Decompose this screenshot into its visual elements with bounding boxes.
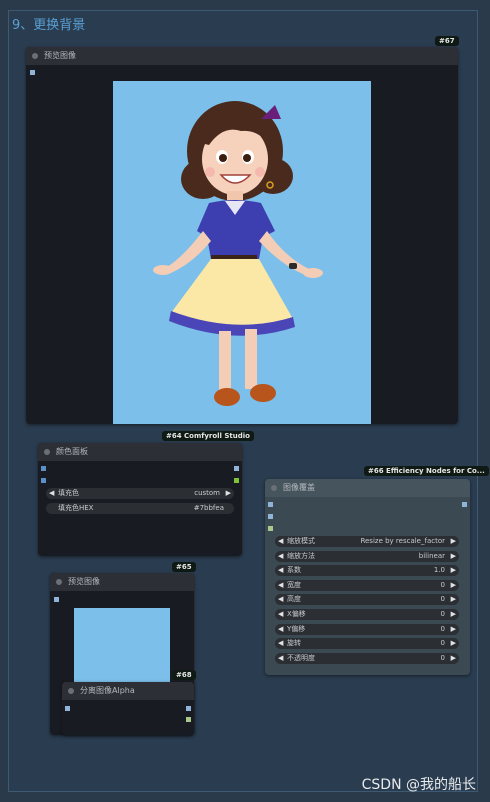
overlay-widget-label: 缩放模式 bbox=[287, 537, 315, 545]
mask-input-port[interactable] bbox=[268, 526, 273, 531]
increment-arrow-icon[interactable]: ▶ bbox=[226, 488, 231, 499]
decrement-arrow-icon[interactable]: ◀ bbox=[278, 551, 283, 562]
node-68-badge: #68 bbox=[172, 670, 196, 680]
overlay-widget-4[interactable]: ◀ 高度 0 ▶ bbox=[275, 594, 459, 606]
decrement-arrow-icon[interactable]: ◀ bbox=[49, 488, 54, 499]
fill-color-value: custom bbox=[194, 489, 220, 497]
images-input-port[interactable] bbox=[30, 70, 35, 75]
collapse-dot-icon[interactable] bbox=[44, 449, 50, 455]
collapse-dot-icon[interactable] bbox=[56, 579, 62, 585]
node-67-badge: #67 bbox=[435, 36, 459, 46]
overlay-widget-label: Y偏移 bbox=[287, 624, 306, 633]
overlay-widget-7[interactable]: ◀ 旋转 0 ▶ bbox=[275, 638, 459, 650]
fill-color-select[interactable]: ◀ 填充色 custom ▶ bbox=[46, 488, 234, 499]
increment-arrow-icon[interactable]: ▶ bbox=[451, 565, 456, 576]
decrement-arrow-icon[interactable]: ◀ bbox=[278, 565, 283, 576]
overlay-widget-value: 0 bbox=[440, 639, 445, 648]
image-output-port[interactable] bbox=[462, 502, 467, 507]
increment-arrow-icon[interactable]: ▶ bbox=[451, 580, 456, 591]
increment-arrow-icon[interactable]: ▶ bbox=[451, 609, 456, 620]
increment-arrow-icon[interactable]: ▶ bbox=[451, 638, 456, 649]
cartoon-girl-illustration bbox=[153, 101, 323, 406]
overlay-widget-0[interactable]: ◀ 缩放模式 Resize by rescale_factor ▶ bbox=[275, 536, 459, 547]
image-overlay-node-title: 图像覆盖 bbox=[283, 483, 315, 492]
decrement-arrow-icon[interactable]: ◀ bbox=[278, 594, 283, 605]
output-port-green[interactable] bbox=[234, 478, 239, 483]
input-port-1[interactable] bbox=[41, 466, 46, 471]
overlay-widget-value: Resize by rescale_factor bbox=[360, 537, 445, 545]
split-image-alpha-node-title: 分离图像Alpha bbox=[80, 686, 135, 695]
overlay-widget-value: 0 bbox=[440, 610, 445, 618]
collapse-dot-icon[interactable] bbox=[32, 53, 38, 59]
overlay-image-input-port[interactable] bbox=[268, 514, 273, 519]
preview-image-node-header[interactable]: 预览图像 bbox=[26, 47, 458, 65]
decrement-arrow-icon[interactable]: ◀ bbox=[278, 536, 283, 547]
increment-arrow-icon[interactable]: ▶ bbox=[451, 551, 456, 562]
overlay-widget-value: 0 bbox=[440, 580, 445, 589]
image-output-port[interactable] bbox=[234, 466, 239, 471]
increment-arrow-icon[interactable]: ▶ bbox=[451, 653, 456, 664]
color-panel-node-title: 颜色面板 bbox=[56, 447, 88, 456]
input-port-2[interactable] bbox=[41, 478, 46, 483]
group-title[interactable]: 9、更换背景 bbox=[12, 14, 85, 33]
node-65-badge: #65 bbox=[172, 562, 196, 572]
overlay-widget-label: 旋转 bbox=[287, 639, 301, 648]
node-64-badge: #64 Comfyroll Studio bbox=[162, 431, 254, 441]
collapse-dot-icon[interactable] bbox=[271, 485, 277, 491]
preview-image-node-title: 预览图像 bbox=[44, 51, 76, 60]
fill-color-hex-value: #7bbfea bbox=[193, 504, 224, 512]
fill-color-hex-label: 填充色HEX bbox=[58, 504, 94, 512]
image-output-port[interactable] bbox=[186, 706, 191, 711]
overlay-widget-value: 0 bbox=[440, 595, 445, 604]
mask-output-port[interactable] bbox=[186, 717, 191, 722]
overlay-widget-label: 宽度 bbox=[287, 580, 301, 589]
overlay-widget-3[interactable]: ◀ 宽度 0 ▶ bbox=[275, 579, 459, 591]
overlay-widget-2[interactable]: ◀ 系数 1.0 ▶ bbox=[275, 565, 459, 577]
overlay-widget-label: 不透明度 bbox=[287, 653, 315, 662]
decrement-arrow-icon[interactable]: ◀ bbox=[278, 580, 283, 591]
overlay-widget-5[interactable]: ◀ X偏移 0 ▶ bbox=[275, 609, 459, 620]
preview-image-node[interactable]: 预览图像 bbox=[26, 47, 458, 424]
increment-arrow-icon[interactable]: ▶ bbox=[451, 536, 456, 547]
increment-arrow-icon[interactable]: ▶ bbox=[451, 624, 456, 635]
overlay-widget-1[interactable]: ◀ 缩放方法 bilinear ▶ bbox=[275, 550, 459, 562]
preview-image-node-2-header[interactable]: 预览图像 bbox=[50, 573, 194, 591]
overlay-widget-label: 缩放方法 bbox=[287, 551, 315, 560]
fill-color-hex-field[interactable]: 填充色HEX #7bbfea bbox=[46, 503, 234, 514]
image-input-port[interactable] bbox=[65, 706, 70, 711]
node-66-badge: #66 Efficiency Nodes for Co... bbox=[364, 466, 489, 476]
base-image-input-port[interactable] bbox=[268, 502, 273, 507]
overlay-widget-6[interactable]: ◀ Y偏移 0 ▶ bbox=[275, 623, 459, 635]
increment-arrow-icon[interactable]: ▶ bbox=[451, 594, 456, 605]
split-image-alpha-node-header[interactable]: 分离图像Alpha bbox=[62, 682, 194, 700]
overlay-widget-value: bilinear bbox=[418, 551, 445, 560]
preview-image-node-2-title: 预览图像 bbox=[68, 577, 100, 586]
images-input-port[interactable] bbox=[54, 597, 59, 602]
color-panel-node-header[interactable]: 颜色面板 bbox=[38, 443, 242, 461]
collapse-dot-icon[interactable] bbox=[68, 688, 74, 694]
preview-image bbox=[113, 81, 371, 424]
image-overlay-node[interactable]: 图像覆盖 ◀ 缩放模式 Resize by rescale_factor ▶ ◀ 缩放方法… bbox=[265, 479, 470, 675]
fill-color-label: 填充色 bbox=[58, 489, 79, 497]
overlay-widget-value: 0 bbox=[440, 653, 445, 662]
image-overlay-node-header[interactable]: 图像覆盖 bbox=[265, 479, 470, 497]
split-image-alpha-node[interactable]: 分离图像Alpha bbox=[62, 682, 194, 735]
color-panel-node[interactable]: 颜色面板 ◀ 填充色 custom ▶ 填充色HEX #7bbfea bbox=[38, 443, 242, 556]
overlay-widget-value: 1.0 bbox=[433, 566, 445, 575]
overlay-widget-8[interactable]: ◀ 不透明度 0 ▶ bbox=[275, 652, 459, 664]
overlay-widget-label: 高度 bbox=[287, 595, 301, 604]
decrement-arrow-icon[interactable]: ◀ bbox=[278, 653, 283, 664]
decrement-arrow-icon[interactable]: ◀ bbox=[278, 638, 283, 649]
preview-image-2 bbox=[74, 608, 170, 690]
overlay-widget-label: 系数 bbox=[287, 566, 301, 575]
decrement-arrow-icon[interactable]: ◀ bbox=[278, 609, 283, 620]
csdn-watermark: CSDN @我的船长 bbox=[361, 777, 476, 793]
overlay-widget-label: X偏移 bbox=[287, 610, 306, 618]
overlay-widget-value: 0 bbox=[440, 624, 445, 633]
decrement-arrow-icon[interactable]: ◀ bbox=[278, 624, 283, 635]
